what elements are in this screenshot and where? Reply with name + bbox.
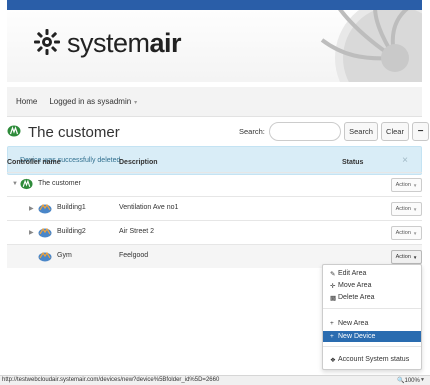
- plus-icon: +: [330, 333, 334, 340]
- menu-item-label: Delete Area: [338, 294, 375, 301]
- zoom-value: 100%: [404, 378, 420, 384]
- systemair-logo[interactable]: systemair: [33, 27, 182, 58]
- banner-topbar: [7, 0, 422, 10]
- menu-item-label: Move Area: [338, 282, 372, 289]
- expand-right-icon[interactable]: ▶: [29, 205, 34, 212]
- menu-divider: [323, 346, 421, 347]
- status-url: http://testwebcloudair.systemair.com/dev…: [2, 377, 220, 383]
- expand-right-icon[interactable]: ▶: [29, 229, 34, 236]
- table-row[interactable]: ▶ Building1 Ventilation Ave no1 Action ▼: [7, 196, 422, 220]
- chevron-down-icon: ▼: [412, 254, 418, 260]
- action-label: Action: [395, 206, 411, 212]
- action-dropdown-menu: ✎ Edit Area ✛ Move Area ▩ Delete Area + New …: [322, 264, 422, 370]
- column-header-description[interactable]: Description: [119, 159, 158, 166]
- logged-in-user-label: Logged in as sysadmin: [49, 97, 132, 106]
- chevron-down-icon: ▼: [412, 206, 418, 212]
- row-name[interactable]: Building2: [57, 228, 86, 235]
- clear-button[interactable]: Clear: [381, 122, 409, 141]
- action-button[interactable]: Action ▼: [391, 226, 422, 240]
- row-description: Air Street 2: [119, 228, 155, 235]
- collapse-button[interactable]: −: [412, 122, 429, 141]
- expand-down-icon[interactable]: ▼: [12, 181, 18, 187]
- header-banner: systemair: [7, 0, 422, 82]
- action-label: Action: [395, 182, 411, 188]
- search-input[interactable]: [269, 122, 341, 141]
- fan-graphic-icon: [320, 10, 422, 82]
- menu-item-new-area[interactable]: + New Area: [323, 318, 421, 329]
- page-title: The customer: [28, 123, 120, 141]
- column-header-name[interactable]: Controller name: [7, 159, 61, 166]
- menu-item-label: New Area: [338, 320, 369, 327]
- customer-icon: [20, 178, 33, 190]
- menu-item-move-area[interactable]: ✛ Move Area: [323, 280, 421, 291]
- menu-item-edit-area[interactable]: ✎ Edit Area: [323, 268, 421, 279]
- action-label: Action: [395, 254, 411, 260]
- row-name[interactable]: Building1: [57, 204, 86, 211]
- trash-icon: ▩: [330, 294, 337, 302]
- move-icon: ✛: [330, 282, 336, 290]
- row-name[interactable]: Gym: [57, 252, 72, 259]
- column-header-status[interactable]: Status: [342, 159, 363, 166]
- search-label: Search:: [239, 127, 265, 136]
- edit-icon: ✎: [330, 270, 336, 278]
- row-description: Ventilation Ave no1: [119, 204, 179, 211]
- page-header: The customer Search: Search Clear −: [7, 122, 429, 142]
- zoom-level[interactable]: 🔍100%: [397, 377, 420, 384]
- chevron-down-icon: ▾: [134, 100, 138, 106]
- top-navbar: Home Logged in as sysadmin ▾: [7, 87, 422, 117]
- search-button[interactable]: Search: [344, 122, 378, 141]
- menu-item-label: Edit Area: [338, 270, 367, 277]
- menu-item-label: New Device: [338, 333, 376, 340]
- menu-item-label: Account System status: [338, 356, 410, 363]
- action-button[interactable]: Action ▼: [391, 250, 422, 264]
- row-name[interactable]: The customer: [38, 180, 81, 187]
- plus-icon: +: [330, 320, 334, 327]
- menu-item-new-device[interactable]: + New Device: [323, 331, 421, 342]
- logo-gear-icon: [33, 28, 61, 58]
- action-button[interactable]: Action ▼: [391, 202, 422, 216]
- customer-icon: [7, 125, 21, 139]
- building-icon: [38, 226, 52, 238]
- nav-home-link[interactable]: Home: [16, 97, 37, 106]
- logged-in-user-menu[interactable]: Logged in as sysadmin ▾: [49, 97, 137, 106]
- action-button[interactable]: Action ▼: [391, 178, 422, 192]
- chevron-down-icon: ▼: [412, 230, 418, 236]
- info-icon: ❖: [330, 356, 336, 364]
- browser-status-bar: http://testwebcloudair.systemair.com/dev…: [0, 375, 430, 385]
- menu-item-account-system-status[interactable]: ❖ Account System status: [323, 354, 421, 365]
- building-icon: [38, 250, 52, 262]
- chevron-down-icon[interactable]: ▼: [420, 377, 425, 383]
- logo-text: systemair: [67, 27, 182, 58]
- chevron-down-icon: ▼: [412, 182, 418, 188]
- row-description: Feelgood: [119, 252, 149, 259]
- table-row[interactable]: ▼ The customer Action ▼: [7, 172, 422, 196]
- menu-divider: [323, 308, 421, 309]
- action-label: Action: [395, 230, 411, 236]
- building-icon: [38, 202, 52, 214]
- menu-item-delete-area[interactable]: ▩ Delete Area: [323, 292, 421, 303]
- table-row[interactable]: ▶ Building2 Air Street 2 Action ▼: [7, 220, 422, 244]
